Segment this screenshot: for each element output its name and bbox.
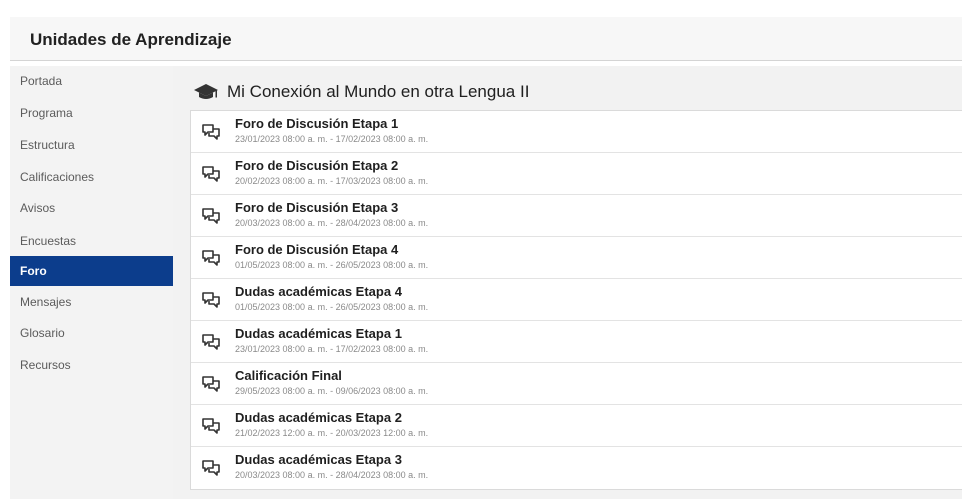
forum-list-item[interactable]: Foro de Discusión Etapa 2 20/02/2023 08:0… bbox=[191, 153, 962, 195]
chat-bubbles-icon bbox=[201, 375, 221, 393]
forum-dates: 20/02/2023 08:00 a. m. - 17/03/2023 08:0… bbox=[235, 176, 429, 186]
forum-dates: 21/02/2023 12:00 a. m. - 20/03/2023 12:0… bbox=[235, 428, 429, 438]
sidebar-item-avisos[interactable]: Avisos bbox=[10, 193, 173, 223]
sidebar-item-foro[interactable]: Foro bbox=[10, 256, 173, 286]
chat-bubbles-icon bbox=[201, 249, 221, 267]
forum-dates: 29/05/2023 08:00 a. m. - 09/06/2023 08:0… bbox=[235, 386, 429, 396]
chat-bubbles-icon bbox=[201, 417, 221, 435]
sidebar-item-mensajes[interactable]: Mensajes bbox=[10, 287, 173, 317]
forum-name[interactable]: Dudas académicas Etapa 4 bbox=[235, 284, 402, 299]
forum-list-item[interactable]: Foro de Discusión Etapa 3 20/03/2023 08:0… bbox=[191, 195, 962, 237]
forum-dates: 01/05/2023 08:00 a. m. - 26/05/2023 08:0… bbox=[235, 302, 429, 312]
forum-dates: 01/05/2023 08:00 a. m. - 26/05/2023 08:0… bbox=[235, 260, 429, 270]
forum-list: Foro de Discusión Etapa 1 23/01/2023 08:0… bbox=[190, 110, 962, 490]
graduation-cap-icon bbox=[194, 84, 218, 99]
chat-bubbles-icon bbox=[201, 123, 221, 141]
course-title: Mi Conexión al Mundo en otra Lengua II bbox=[193, 80, 529, 104]
forum-list-item[interactable]: Foro de Discusión Etapa 1 23/01/2023 08:0… bbox=[191, 111, 962, 153]
forum-name[interactable]: Dudas académicas Etapa 3 bbox=[235, 452, 402, 467]
chat-bubbles-icon bbox=[201, 165, 221, 183]
app-title: Unidades de Aprendizaje bbox=[30, 30, 232, 49]
forum-dates: 20/03/2023 08:00 a. m. - 28/04/2023 08:0… bbox=[235, 470, 429, 480]
forum-list-item[interactable]: Dudas académicas Etapa 3 20/03/2023 08:00… bbox=[191, 447, 962, 489]
forum-list-item[interactable]: Dudas académicas Etapa 1 23/01/2023 08:00… bbox=[191, 321, 962, 363]
forum-name[interactable]: Dudas académicas Etapa 1 bbox=[235, 326, 402, 341]
chat-bubbles-icon bbox=[201, 291, 221, 309]
sidebar-item-programa[interactable]: Programa bbox=[10, 98, 173, 128]
forum-dates: 23/01/2023 08:00 a. m. - 17/02/2023 08:0… bbox=[235, 134, 429, 144]
sidebar-item-encuestas[interactable]: Encuestas bbox=[10, 226, 173, 256]
forum-dates: 23/01/2023 08:00 a. m. - 17/02/2023 08:0… bbox=[235, 344, 429, 354]
course-title-text: Mi Conexión al Mundo en otra Lengua II bbox=[227, 82, 530, 101]
chat-bubbles-icon bbox=[201, 333, 221, 351]
chat-bubbles-icon bbox=[201, 459, 221, 477]
forum-name[interactable]: Foro de Discusión Etapa 3 bbox=[235, 200, 398, 215]
sidebar-item-portada[interactable]: Portada bbox=[10, 66, 173, 96]
forum-name[interactable]: Dudas académicas Etapa 2 bbox=[235, 410, 402, 425]
sidebar-item-glosario[interactable]: Glosario bbox=[10, 318, 173, 348]
forum-list-item[interactable]: Dudas académicas Etapa 2 21/02/2023 12:00… bbox=[191, 405, 962, 447]
forum-list-item[interactable]: Dudas académicas Etapa 4 01/05/2023 08:00… bbox=[191, 279, 962, 321]
sidebar-nav: Portada Programa Estructura Calificacion… bbox=[10, 66, 173, 499]
sidebar-item-estructura[interactable]: Estructura bbox=[10, 130, 173, 160]
forum-name[interactable]: Calificación Final bbox=[235, 368, 342, 383]
sidebar-item-calificaciones[interactable]: Calificaciones bbox=[10, 162, 173, 192]
main-content: Mi Conexión al Mundo en otra Lengua II F… bbox=[173, 66, 962, 499]
forum-list-item[interactable]: Calificación Final 29/05/2023 08:00 a. m.… bbox=[191, 363, 962, 405]
forum-list-item[interactable]: Foro de Discusión Etapa 4 01/05/2023 08:0… bbox=[191, 237, 962, 279]
forum-name[interactable]: Foro de Discusión Etapa 4 bbox=[235, 242, 398, 257]
forum-name[interactable]: Foro de Discusión Etapa 2 bbox=[235, 158, 398, 173]
sidebar-item-recursos[interactable]: Recursos bbox=[10, 350, 173, 380]
forum-name[interactable]: Foro de Discusión Etapa 1 bbox=[235, 116, 398, 131]
forum-dates: 20/03/2023 08:00 a. m. - 28/04/2023 08:0… bbox=[235, 218, 429, 228]
top-header: Unidades de Aprendizaje bbox=[10, 17, 962, 61]
chat-bubbles-icon bbox=[201, 207, 221, 225]
